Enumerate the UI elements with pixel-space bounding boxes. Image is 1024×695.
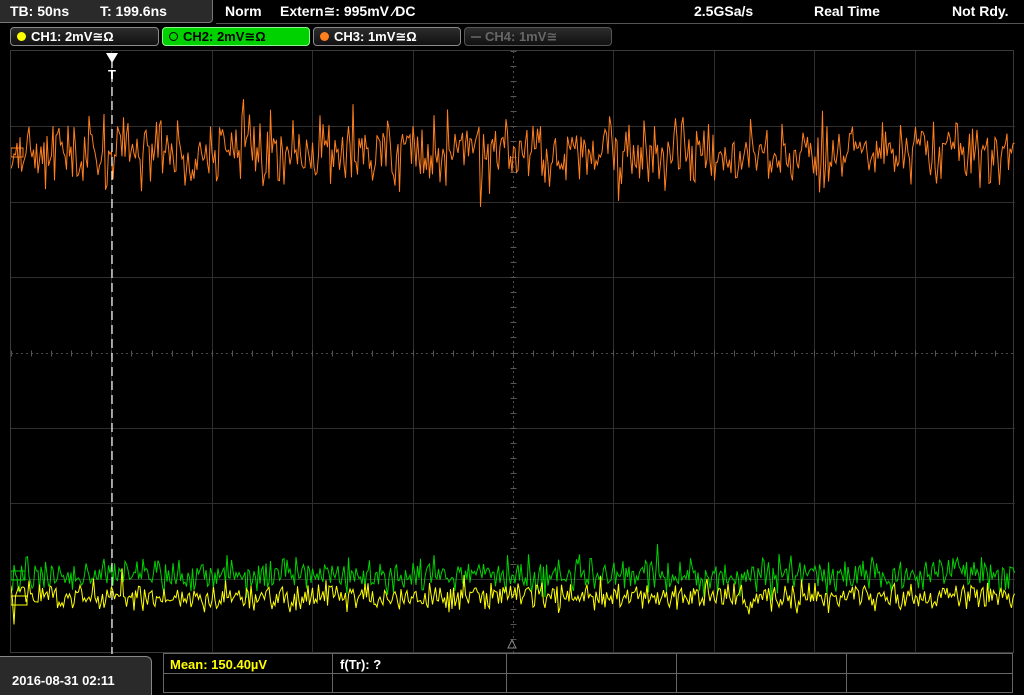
trigger-source[interactable]: Extern≅: 995mV ⁄DC [280, 3, 415, 20]
divider [506, 654, 507, 692]
datetime-readout: 2016-08-31 02:11 [12, 673, 115, 688]
divider [846, 654, 847, 692]
divider [676, 654, 677, 692]
ch1-offset-marker-icon[interactable] [11, 595, 28, 606]
channel-tab-ch3[interactable]: CH3: 1mV≅Ω [313, 27, 461, 46]
trigger-level-marker-icon [507, 638, 517, 649]
ch2-waveform [11, 544, 1015, 601]
datetime-panel: 2016-08-31 02:11 [0, 656, 152, 695]
channel-dot-icon [320, 32, 329, 41]
channel-label: CH3: 1mV≅Ω [334, 29, 417, 44]
channel-label: CH2: 2mV≅Ω [183, 29, 266, 44]
channel-label: CH4: 1mV≅ [485, 29, 558, 44]
timebase-panel[interactable]: TB: 50ns T: 199.6ns [0, 0, 213, 23]
frequency-measurement[interactable]: f(Tr): ? [340, 657, 381, 672]
measurement-panel[interactable]: Mean: 150.40µV f(Tr): ? [163, 653, 1013, 693]
trigger-time-readout: T: 199.6ns [100, 3, 167, 19]
timebase-readout: TB: 50ns [10, 3, 70, 19]
waveform-display[interactable]: T [10, 50, 1015, 654]
channel-off-icon [471, 36, 481, 38]
run-status: Not Rdy. [952, 3, 1009, 19]
channel-label: CH1: 2mV≅Ω [31, 29, 114, 44]
trigger-marker-label: T [108, 67, 116, 82]
sample-rate: 2.5GSa/s [694, 3, 754, 19]
divider [332, 654, 333, 692]
waveform-canvas[interactable]: T [11, 51, 1015, 654]
trigger-position-arrow-icon[interactable] [106, 53, 118, 63]
acquisition-mode[interactable]: Real Time [814, 3, 880, 19]
channel-dot-icon [17, 32, 26, 41]
trigger-mode[interactable]: Norm [225, 3, 262, 19]
channel-dot-icon [169, 32, 178, 41]
channel-tab-ch2[interactable]: CH2: 2mV≅Ω [162, 27, 310, 46]
ch3-waveform [11, 99, 1015, 207]
mean-measurement[interactable]: Mean: 150.40µV [170, 657, 267, 672]
divider [164, 673, 1012, 674]
channel-tab-ch4[interactable]: CH4: 1mV≅ [464, 27, 612, 46]
top-status-bar: TB: 50ns T: 199.6ns Norm Extern≅: 995mV … [0, 0, 1024, 24]
channel-tab-ch1[interactable]: CH1: 2mV≅Ω [10, 27, 159, 46]
